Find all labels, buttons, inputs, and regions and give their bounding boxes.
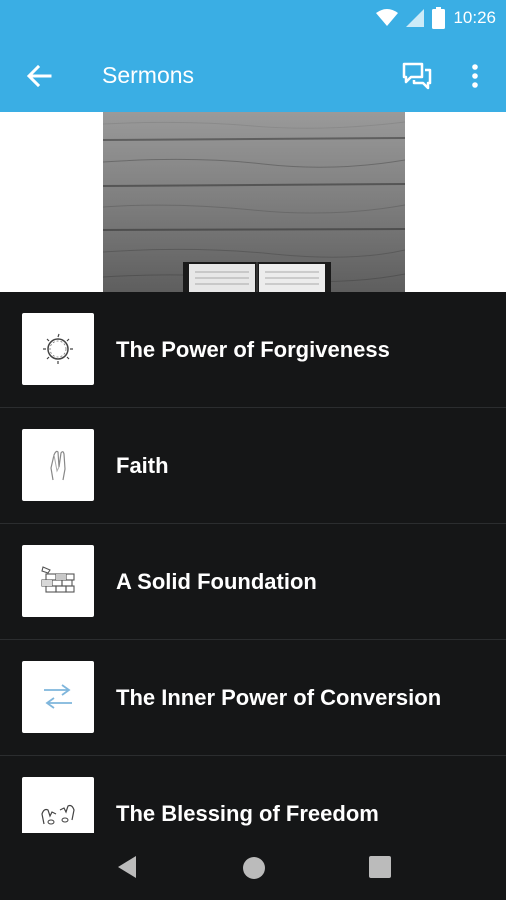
system-nav-bar <box>0 833 506 900</box>
battery-icon <box>432 7 446 29</box>
sermon-title: The Power of Forgiveness <box>116 337 390 362</box>
chat-icon <box>402 62 432 90</box>
sermon-title: A Solid Foundation <box>116 569 317 594</box>
sermon-thumbnail <box>22 545 94 617</box>
sermon-title: Faith <box>116 453 169 478</box>
sermon-item[interactable]: The Power of Forgiveness <box>0 292 506 408</box>
sermon-thumbnail <box>22 313 94 385</box>
bible-on-table-image <box>103 112 405 292</box>
exchange-arrows-icon <box>44 684 72 709</box>
sermon-thumbnail <box>22 429 94 501</box>
status-time: 10:26 <box>453 8 496 27</box>
sermon-item[interactable]: The Blessing of Freedom <box>0 756 506 833</box>
arrow-left-icon <box>26 64 52 88</box>
sermon-item[interactable]: Faith <box>0 408 506 524</box>
signal-icon <box>406 9 425 27</box>
nav-home-icon[interactable] <box>241 855 267 881</box>
app-bar: Sermons <box>0 37 506 112</box>
more-options-button[interactable] <box>462 59 488 93</box>
broken-chains-icon <box>41 804 75 825</box>
sermon-title: The Inner Power of Conversion <box>116 685 442 710</box>
wifi-icon <box>376 9 399 26</box>
crown-of-thorns-icon <box>43 333 73 364</box>
page-title: Sermons <box>102 62 195 88</box>
sermon-thumbnail <box>22 661 94 733</box>
sermon-thumbnail <box>22 777 94 833</box>
chat-button[interactable] <box>399 59 435 93</box>
more-vertical-icon <box>472 64 478 88</box>
sermon-title: The Blessing of Freedom <box>116 801 379 826</box>
back-button[interactable] <box>22 59 56 93</box>
praying-hands-icon <box>50 450 66 481</box>
status-icons: 10:26 <box>376 6 496 30</box>
sermon-item[interactable]: The Inner Power of Conversion <box>0 640 506 756</box>
sermon-item[interactable]: A Solid Foundation <box>0 524 506 640</box>
hero-banner <box>0 112 506 292</box>
nav-back-icon[interactable] <box>114 853 142 881</box>
sermon-list: The Power of Forgiveness Faith A Solid F… <box>0 292 506 833</box>
status-bar: 10:26 <box>0 0 506 37</box>
brick-wall-icon <box>41 566 75 593</box>
nav-recent-apps-icon[interactable] <box>368 855 392 879</box>
